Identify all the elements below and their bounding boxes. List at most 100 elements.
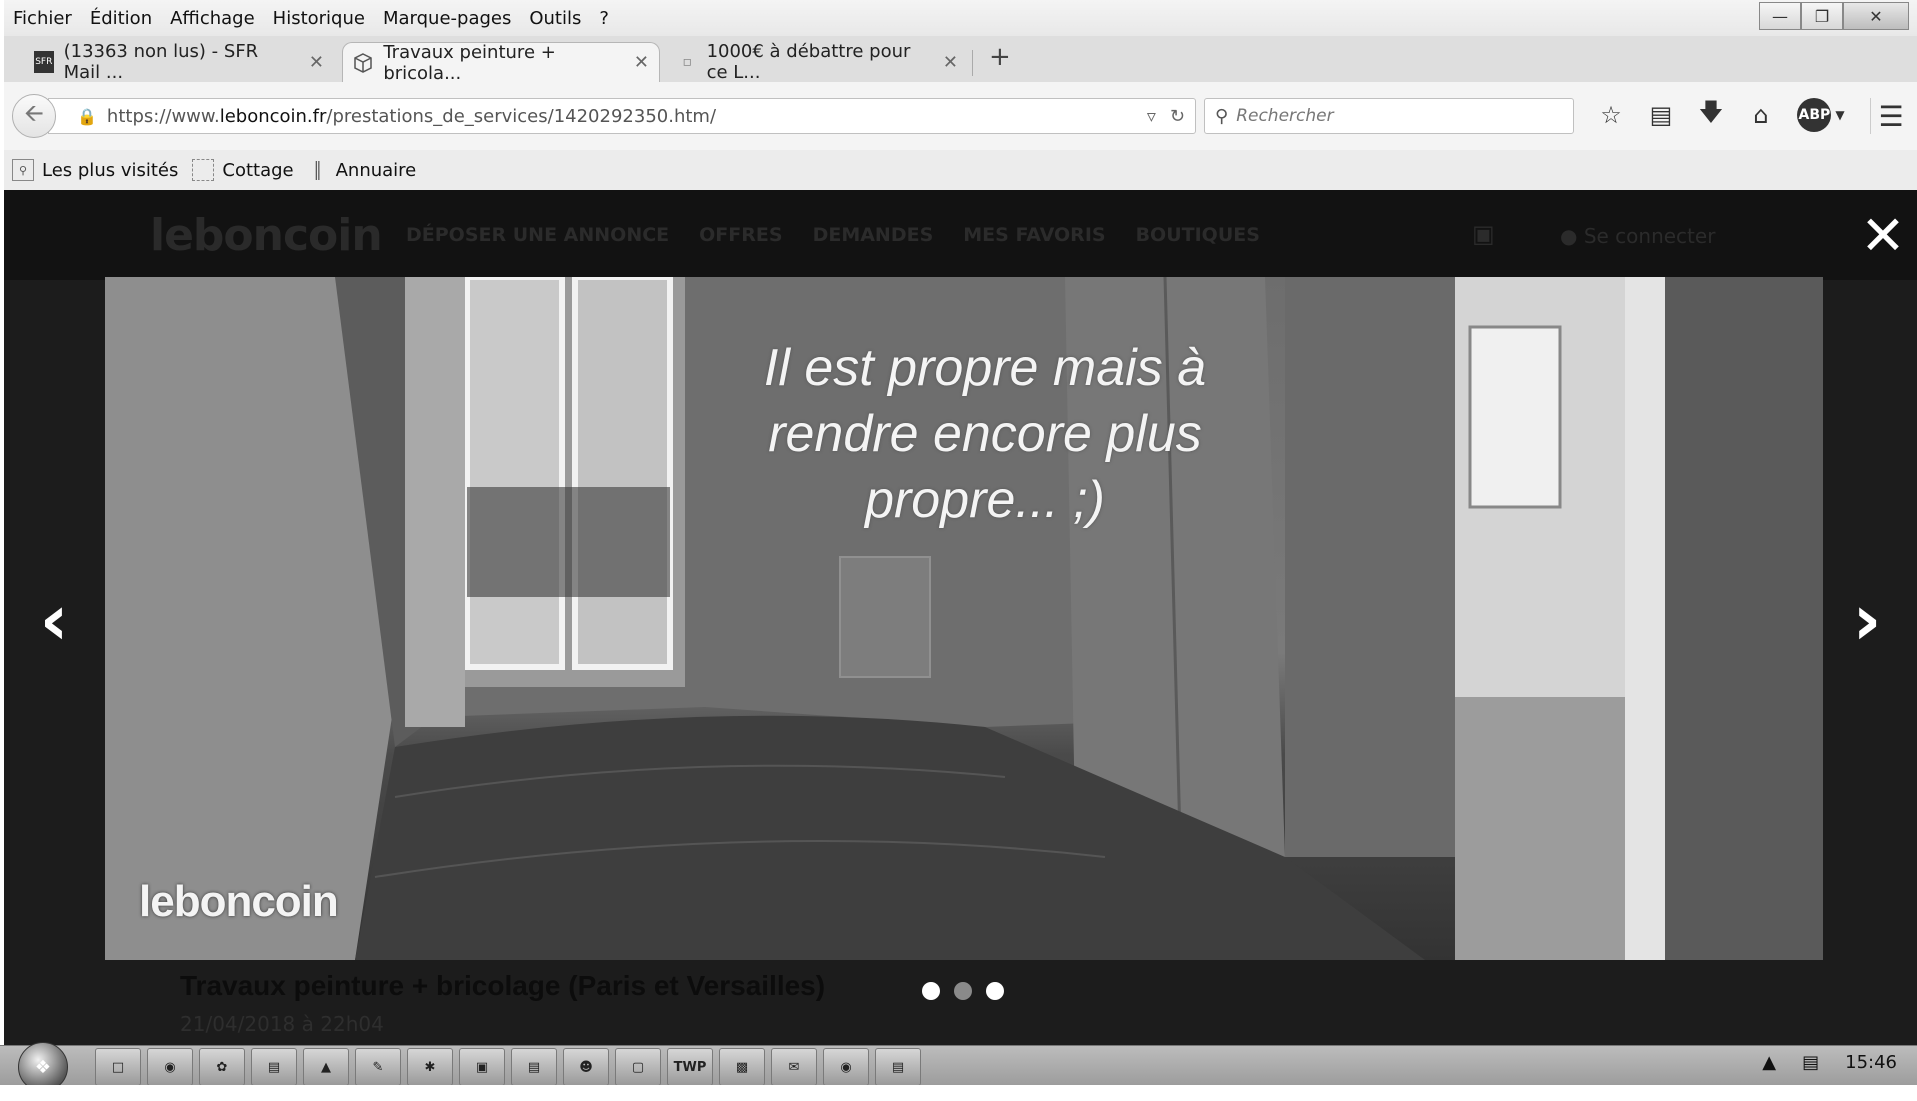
slide-dot[interactable]	[954, 982, 972, 1000]
bookmark-most-visited[interactable]: ⚲ Les plus visités	[12, 159, 178, 181]
pdf-icon[interactable]: ✎	[355, 1048, 401, 1086]
back-button[interactable]: 🡨	[12, 94, 56, 138]
lock-icon: 🔒	[77, 106, 97, 126]
tab-travaux-peinture[interactable]: Travaux peinture + bricola... ✕	[342, 41, 660, 84]
taskbar: ❖ □ ◉ ✿ ▤ ▲ ✎ ✱ ▣ ▤ ☻ ▢ TWP ▩ ✉ ◉ ▤ ▲ ▤ …	[0, 1042, 1917, 1092]
text-document-icon[interactable]: ▤	[875, 1048, 921, 1086]
site-header: leboncoin DÉPOSER UNE ANNONCE OFFRES DEM…	[4, 190, 1917, 280]
bars-icon: ║	[312, 160, 323, 180]
windows-logo-icon: ❖	[34, 1056, 52, 1078]
maximize-icon[interactable]: ❐	[1801, 2, 1843, 30]
monitor-icon[interactable]: ▣	[459, 1048, 505, 1086]
bookmark-cottage[interactable]: Cottage	[192, 159, 294, 181]
next-arrow-icon[interactable]: ›	[1837, 580, 1897, 660]
clock[interactable]: 15:46	[1845, 1052, 1897, 1073]
bookmark-annuaire[interactable]: ║ Annuaire	[308, 159, 417, 181]
mail-icon[interactable]: ✉	[771, 1048, 817, 1086]
nav-boutiques[interactable]: BOUTIQUES	[1136, 224, 1260, 246]
tab-label: Travaux peinture + bricola...	[383, 41, 556, 84]
adblock-button[interactable]: ABP ▼	[1786, 96, 1856, 134]
minimize-icon[interactable]: —	[1759, 2, 1801, 30]
printer-icon[interactable]: ▤	[251, 1048, 297, 1086]
bookmark-label: Annuaire	[335, 159, 417, 181]
nav-mes-favoris[interactable]: MES FAVORIS	[963, 224, 1105, 246]
contacts-icon[interactable]: ☻	[563, 1048, 609, 1086]
user-icon: ●	[1560, 224, 1578, 248]
dropdown-triangle-icon[interactable]: ▿	[1147, 106, 1156, 127]
sfr-icon: SFR	[34, 51, 54, 73]
abp-icon: ABP	[1797, 98, 1832, 132]
close-tab-icon[interactable]: ✕	[634, 52, 649, 73]
hamburger-menu-icon[interactable]: ☰	[1870, 98, 1911, 134]
close-icon[interactable]: ✕	[1843, 2, 1909, 30]
menu-outils[interactable]: Outils	[520, 8, 590, 29]
folder-icon[interactable]: ▢	[615, 1048, 661, 1086]
twp-icon[interactable]: TWP	[667, 1048, 713, 1086]
bookmark-star-icon[interactable]: ☆	[1586, 96, 1636, 134]
url-path: /prestations_de_services/1420292350.htm/	[326, 105, 717, 127]
slide-indicator	[922, 982, 1004, 1000]
tab-1000-euros[interactable]: ▫ 1000€ à débattre pour ce L... ✕	[668, 41, 968, 83]
home-icon[interactable]: ⌂	[1736, 96, 1786, 134]
photo-watermark: leboncoin	[139, 877, 339, 926]
menu-marque-pages[interactable]: Marque-pages	[374, 8, 520, 29]
tab-label: 1000€ à débattre pour ce L...	[706, 41, 911, 83]
login-link[interactable]: ● Se connecter	[1560, 224, 1715, 248]
app-icon[interactable]: ◉	[147, 1048, 193, 1086]
menu-fichier[interactable]: Fichier	[4, 8, 81, 29]
site-logo: leboncoin	[150, 210, 383, 261]
url-bar[interactable]: 🔒 https://www. leboncoin.fr/prestations_d…	[48, 98, 1196, 134]
compass-icon[interactable]: ✿	[199, 1048, 245, 1086]
bookmark-label: Les plus visités	[42, 159, 179, 181]
nav-offres[interactable]: OFFRES	[699, 224, 782, 246]
menu-affichage[interactable]: Affichage	[161, 8, 264, 29]
url-domain: leboncoin.fr	[219, 105, 327, 127]
menu-bar: Fichier Édition Affichage Historique Mar…	[4, 0, 1917, 36]
listing-title: Travaux peinture + bricolage (Paris et V…	[180, 970, 826, 1001]
nav-demandes[interactable]: DEMANDES	[813, 224, 934, 246]
menu-edition[interactable]: Édition	[81, 8, 161, 29]
listing-photo: Il est propre mais à rendre encore plus …	[105, 277, 1823, 960]
site-nav: DÉPOSER UNE ANNONCE OFFRES DEMANDES MES …	[406, 224, 1260, 246]
lightbox-close-icon[interactable]: ✕	[1859, 209, 1907, 263]
bookmark-label: Cottage	[222, 159, 294, 181]
taskbar-apps: □ ◉ ✿ ▤ ▲ ✎ ✱ ▣ ▤ ☻ ▢ TWP ▩ ✉ ◉ ▤	[95, 1048, 921, 1086]
page-icon: ▫	[682, 54, 693, 70]
slide-dot[interactable]	[922, 982, 940, 1000]
close-tab-icon[interactable]: ✕	[943, 52, 958, 73]
bookmarks-bar: ⚲ Les plus visités Cottage ║ Annuaire	[4, 150, 1917, 190]
tab-bar: SFR (13363 non lus) - SFR Mail ... ✕ Tra…	[4, 36, 1917, 84]
previous-arrow-icon[interactable]: ‹	[24, 580, 84, 660]
search-input[interactable]: ⚲ Rechercher	[1204, 98, 1574, 134]
nav-deposer-annonce[interactable]: DÉPOSER UNE ANNONCE	[406, 224, 669, 246]
tab-sfr-mail[interactable]: SFR (13363 non lus) - SFR Mail ... ✕	[24, 41, 334, 83]
system-tray: ▲ ▤ 15:46	[1762, 1052, 1897, 1073]
chat-icon[interactable]: ▣	[1472, 220, 1495, 248]
toolbar-icons: ☆ ▤ 🡇 ⌂ ABP ▼	[1586, 96, 1856, 134]
reload-icon[interactable]: ↻	[1170, 106, 1185, 127]
network-icon[interactable]: ✱	[407, 1048, 453, 1086]
vlc-cone-icon[interactable]: ▲	[303, 1048, 349, 1086]
page-content: leboncoin DÉPOSER UNE ANNONCE OFFRES DEM…	[4, 190, 1917, 1050]
show-hidden-icons-icon[interactable]: ▲	[1762, 1052, 1776, 1073]
document-icon[interactable]: ▤	[511, 1048, 557, 1086]
folder-icon	[192, 159, 215, 181]
chevron-down-icon: ▼	[1835, 108, 1845, 122]
tab-label: (13363 non lus) - SFR Mail ...	[63, 41, 259, 83]
notes-icon[interactable]: ▩	[719, 1048, 765, 1086]
search-icon: ⚲	[1215, 105, 1229, 127]
network-status-icon[interactable]: ▤	[1802, 1052, 1819, 1073]
download-icon[interactable]: 🡇	[1686, 96, 1736, 134]
close-tab-icon[interactable]: ✕	[309, 52, 324, 73]
navigation-bar: 🔒 https://www. leboncoin.fr/prestations_d…	[4, 82, 1917, 151]
new-tab-plus-icon[interactable]: +	[989, 42, 1011, 72]
firefox-icon[interactable]: ◉	[823, 1048, 869, 1086]
menu-historique[interactable]: Historique	[264, 8, 374, 29]
reading-list-icon[interactable]: ▤	[1636, 96, 1686, 134]
back-arrow-icon: 🡨	[24, 98, 44, 127]
slide-dot[interactable]	[986, 982, 1004, 1000]
menu-help[interactable]: ?	[590, 8, 618, 29]
file-icon[interactable]: □	[95, 1048, 141, 1086]
photo-caption: Il est propre mais à rendre encore plus …	[763, 339, 1207, 529]
browser-window: Fichier Édition Affichage Historique Mar…	[4, 0, 1917, 1050]
